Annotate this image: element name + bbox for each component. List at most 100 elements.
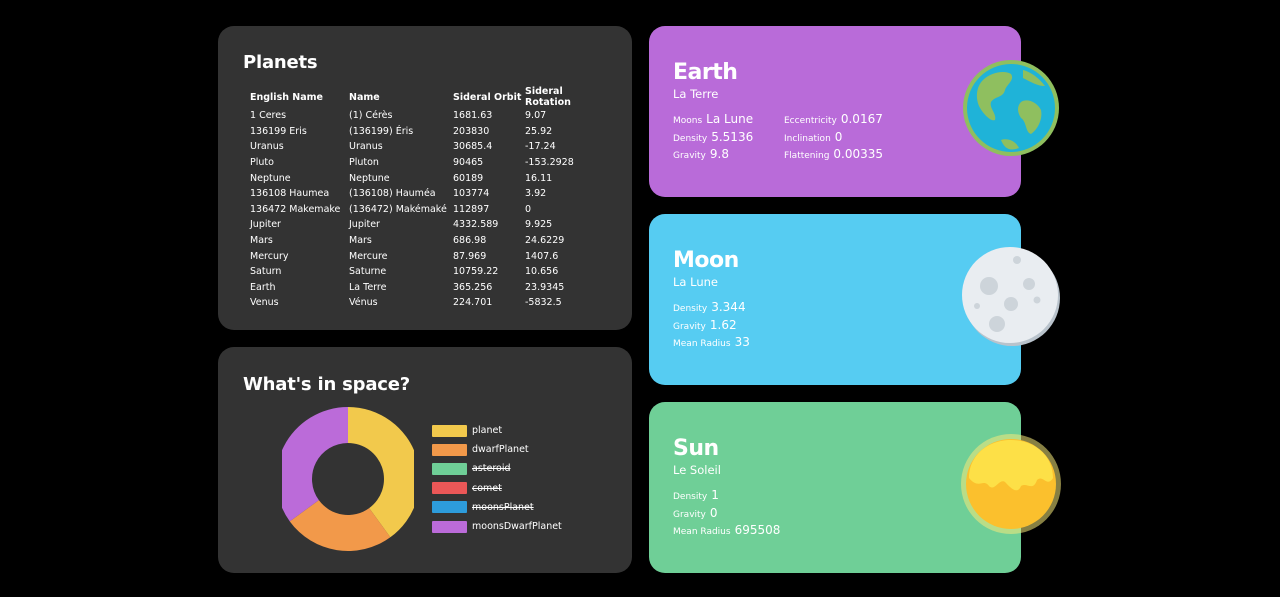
stat-mean-radius: Mean Radius 33	[673, 335, 750, 349]
cell-english-name: Pluto	[250, 157, 274, 169]
legend-swatch	[432, 424, 467, 437]
stat-density: Density 5.5136	[673, 129, 754, 144]
cell-sideral-orbit: 365.256	[453, 281, 493, 293]
table-row: Venus Vénus 224.701 -5832.5	[250, 295, 605, 311]
column-header-sideral-rotation[interactable]: Sideral Rotation	[525, 86, 605, 108]
stat-moons: Moons La Lune	[673, 112, 754, 126]
earth-stats-right: Eccentricity 0.0167 Inclination 0 Flatteni…	[784, 112, 883, 165]
column-header-sideral-orbit[interactable]: Sideral Orbit	[453, 86, 525, 108]
table-row: Earth La Terre 365.256 23.9345	[250, 280, 605, 296]
cell-sideral-orbit: 203830	[453, 125, 490, 137]
cell-name: Pluton	[349, 157, 379, 169]
cell-sideral-orbit: 4332.589	[453, 219, 499, 231]
moon-card[interactable]: Moon La Lune Density 3.344 Gravity 1.62 Me…	[649, 214, 1060, 385]
legend-label: planet	[472, 425, 503, 437]
sun-stats: Density 1 Gravity 0 Mean Radius 695508	[673, 488, 780, 541]
sun-card[interactable]: Sun Le Soleil Density 1 Gravity 0 Mean Rad…	[649, 402, 1061, 573]
space-chart-card: What's in space? planet dwarfPlanet astero…	[218, 347, 632, 573]
cell-english-name: Uranus	[250, 141, 284, 153]
stat-gravity: Gravity 9.8	[673, 147, 729, 161]
table-row: Mars Mars 686.98 24.6229	[250, 233, 605, 249]
cell-name: Uranus	[349, 141, 383, 153]
cell-sideral-rotation: 25.92	[525, 125, 553, 137]
cell-english-name: 1 Ceres	[250, 110, 287, 122]
legend-swatch	[432, 482, 467, 495]
cell-english-name: 136472 Makemake	[250, 203, 341, 215]
legend-item-planet[interactable]: planet	[432, 421, 562, 440]
cell-english-name: Saturn	[250, 266, 282, 278]
earth-card[interactable]: Earth La Terre Moons La Lune Density 5.513…	[649, 26, 1059, 197]
cell-name: Neptune	[349, 172, 390, 184]
cell-english-name: Mars	[250, 235, 273, 247]
column-header-english-name[interactable]: English Name	[250, 86, 349, 108]
table-row: 136199 Eris (136199) Éris 203830 25.92	[250, 124, 605, 140]
legend-item-moonsPlanet[interactable]: moonsPlanet	[432, 498, 562, 517]
table-row: 136108 Haumea (136108) Hauméa 103774 3.92	[250, 186, 605, 202]
earth-globe-icon	[963, 60, 1059, 156]
cell-name: (136472) Makémaké	[349, 203, 447, 215]
cell-sideral-orbit: 87.969	[453, 250, 487, 262]
legend-item-moonsDwarfPlanet[interactable]: moonsDwarfPlanet	[432, 517, 562, 536]
cell-english-name: Mercury	[250, 250, 289, 262]
legend-swatch	[432, 501, 467, 514]
stat-eccentricity: Eccentricity 0.0167	[784, 112, 883, 126]
cell-sideral-orbit: 112897	[453, 203, 490, 215]
moon-icon	[962, 247, 1060, 346]
legend-item-comet[interactable]: comet	[432, 479, 562, 498]
cell-sideral-rotation: 9.07	[525, 110, 547, 122]
cell-name: (1) Cérès	[349, 110, 393, 122]
cell-sideral-rotation: 9.925	[525, 219, 553, 231]
sun-icon	[961, 434, 1061, 534]
cell-sideral-orbit: 1681.63	[453, 110, 493, 122]
cell-english-name: Earth	[250, 281, 276, 293]
cell-sideral-orbit: 103774	[453, 188, 490, 200]
cell-sideral-rotation: 1407.6	[525, 250, 559, 262]
stat-flattening: Flattening 0.00335	[784, 147, 884, 161]
cell-english-name: 136108 Haumea	[250, 188, 330, 200]
earth-subtitle: La Terre	[673, 87, 719, 101]
space-chart-title: What's in space?	[243, 374, 411, 395]
table-row: Neptune Neptune 60189 16.11	[250, 170, 605, 186]
cell-name: Mars	[349, 235, 372, 247]
column-header-name[interactable]: Name	[349, 86, 453, 108]
cell-sideral-orbit: 224.701	[453, 297, 493, 309]
chart-legend: planet dwarfPlanet asteroid comet moonsPlane…	[432, 421, 562, 536]
cell-name: Saturne	[349, 266, 387, 278]
cell-name: Mercure	[349, 250, 388, 262]
earth-stats-left: Moons La Lune Density 5.5136 Gravity 9.8	[673, 112, 753, 165]
cell-sideral-rotation: 0	[525, 203, 532, 215]
legend-label: moonsDwarfPlanet	[472, 521, 562, 533]
legend-item-dwarfPlanet[interactable]: dwarfPlanet	[432, 440, 562, 459]
cell-sideral-orbit: 60189	[453, 172, 484, 184]
table-row: Pluto Pluton 90465 -153.2928	[250, 155, 605, 171]
cell-name: (136108) Hauméa	[349, 188, 436, 200]
stat-density: Density 3.344	[673, 300, 746, 314]
cell-sideral-rotation: 16.11	[525, 172, 553, 184]
cell-name: (136199) Éris	[349, 125, 414, 137]
legend-swatch	[432, 443, 467, 456]
legend-label: dwarfPlanet	[472, 444, 529, 456]
cell-name: Jupiter	[349, 219, 380, 231]
stat-gravity: Gravity 0	[673, 505, 718, 520]
sun-subtitle: Le Soleil	[673, 463, 721, 477]
cell-sideral-orbit: 30685.4	[453, 141, 493, 153]
planets-table: English Name Name Sideral Orbit Sideral …	[250, 86, 605, 311]
cell-english-name: Venus	[250, 297, 279, 309]
cell-sideral-orbit: 686.98	[453, 235, 487, 247]
cell-english-name: Jupiter	[250, 219, 281, 231]
table-row: Uranus Uranus 30685.4 -17.24	[250, 139, 605, 155]
planets-title: Planets	[243, 52, 318, 73]
cell-sideral-orbit: 90465	[453, 157, 484, 169]
cell-sideral-rotation: 3.92	[525, 188, 547, 200]
cell-english-name: Neptune	[250, 172, 291, 184]
cell-sideral-rotation: -17.24	[525, 141, 556, 153]
table-row: 136472 Makemake (136472) Makémaké 112897 0	[250, 202, 605, 218]
legend-label: comet	[472, 482, 502, 494]
stat-inclination: Inclination 0	[784, 129, 843, 144]
cell-sideral-rotation: 10.656	[525, 266, 559, 278]
legend-label: asteroid	[472, 463, 511, 475]
legend-item-asteroid[interactable]: asteroid	[432, 459, 562, 478]
stat-density: Density 1	[673, 488, 719, 502]
table-row: 1 Ceres (1) Cérès 1681.63 9.07	[250, 108, 605, 124]
cell-sideral-rotation: -5832.5	[525, 297, 562, 309]
